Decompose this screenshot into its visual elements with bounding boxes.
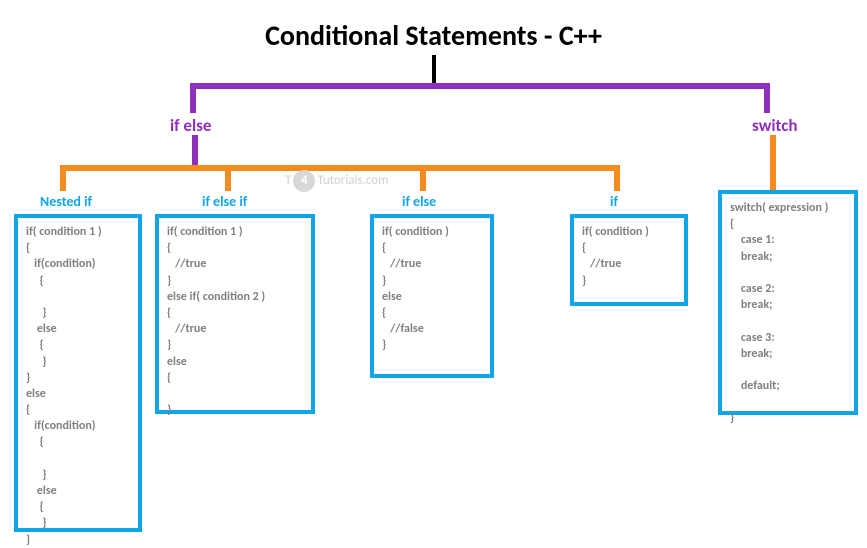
orange-tick-2 <box>225 165 231 191</box>
watermark: T4Tutorials.com <box>285 170 389 192</box>
purple-bracket <box>190 83 770 89</box>
orange-tick-3 <box>420 165 426 191</box>
orange-tick-4 <box>614 165 620 191</box>
child-label-nested-if: Nested if <box>40 193 92 210</box>
branch-label-switch: switch <box>752 115 797 136</box>
child-label-if-else-if: if else if <box>202 193 247 210</box>
child-label-if: if <box>610 193 618 210</box>
child-label-if-else: if else <box>402 193 436 210</box>
diagram-title: Conditional Statements - C++ <box>0 18 867 53</box>
purple-drop-connector <box>192 135 198 165</box>
code-box-if: if( condition ) { //true } <box>570 214 688 306</box>
code-box-if-else: if( condition ) { //true } else { //fals… <box>370 214 494 378</box>
code-box-nested-if: if( condition 1 ) { if(condition) { } el… <box>14 214 142 532</box>
code-box-if-else-if: if( condition 1 ) { //true } else if( co… <box>155 214 315 414</box>
branch-label-ifelse: if else <box>170 115 211 136</box>
root-connector <box>432 55 436 83</box>
code-box-switch: switch( expression ) { case 1: break; ca… <box>718 190 858 415</box>
watermark-prefix: T <box>285 173 291 188</box>
watermark-suffix: Tutorials.com <box>317 173 388 188</box>
watermark-circle: 4 <box>293 170 315 192</box>
orange-tick-1 <box>60 165 66 191</box>
orange-drop-switch <box>770 135 776 193</box>
